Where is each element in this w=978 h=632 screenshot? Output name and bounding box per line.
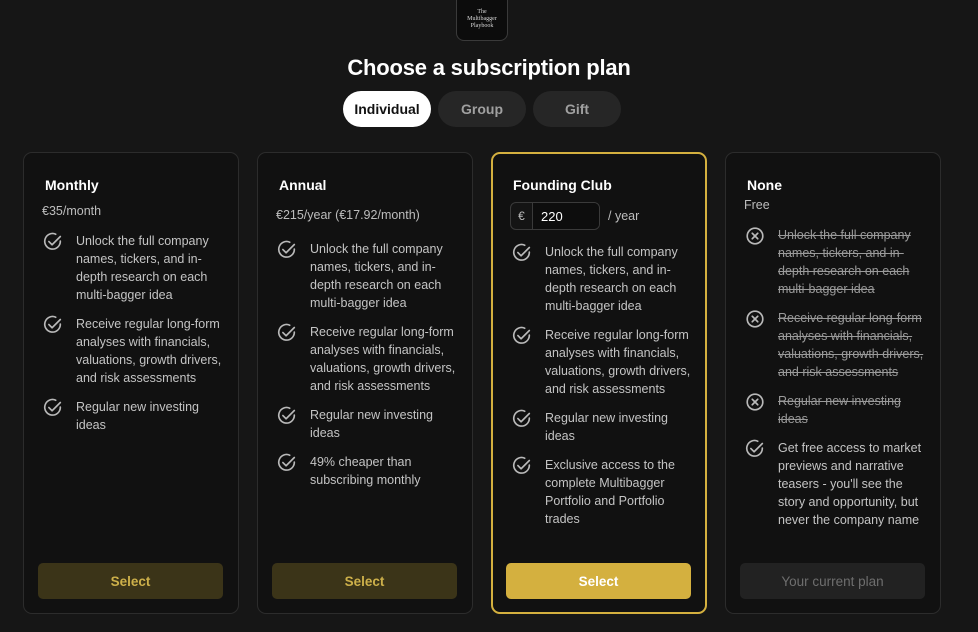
feature-text: Regular new investing ideas xyxy=(545,411,668,443)
check-circle-icon xyxy=(512,326,531,344)
check-circle-icon xyxy=(277,406,296,424)
feature-text: Regular new investing ideas xyxy=(778,394,901,426)
feature-text: Regular new investing ideas xyxy=(76,400,199,432)
feature-text: Regular new investing ideas xyxy=(310,408,433,440)
plan-price: Free xyxy=(744,198,770,212)
plan-price: €215/year (€17.92/month) xyxy=(276,208,420,222)
check-circle-icon xyxy=(277,240,296,258)
feature-text: Exclusive access to the complete Multiba… xyxy=(545,458,675,526)
plan-name: None xyxy=(747,177,782,193)
check-circle-icon xyxy=(43,315,62,333)
feature-item: Receive regular long-form analyses with … xyxy=(744,309,928,381)
check-circle-icon xyxy=(277,453,296,471)
check-circle-icon xyxy=(277,323,296,341)
plan-price: €35/month xyxy=(42,204,102,218)
plan-name: Founding Club xyxy=(513,177,612,193)
plan-card-monthly: Monthly €35/month Unlock the full compan… xyxy=(23,152,239,614)
feature-text: 49% cheaper than subscribing monthly xyxy=(310,455,421,487)
check-circle-icon xyxy=(43,232,62,250)
price-amount-input[interactable] xyxy=(533,203,599,229)
plan-name: Monthly xyxy=(45,177,99,193)
logo-line: Multibagger xyxy=(467,16,497,22)
plan-card-founding-club: Founding Club € / year Unlock the full c… xyxy=(491,152,707,614)
tab-individual[interactable]: Individual xyxy=(343,91,431,127)
feature-item: Unlock the full company names, tickers, … xyxy=(511,243,693,315)
subscription-page: The Multibagger Playbook Choose a subscr… xyxy=(0,0,978,632)
logo-line: Playbook xyxy=(470,23,494,29)
feature-item: Receive regular long-form analyses with … xyxy=(276,323,460,395)
feature-item: Receive regular long-form analyses with … xyxy=(42,315,226,387)
feature-text: Unlock the full company names, tickers, … xyxy=(778,228,911,296)
check-circle-icon xyxy=(43,398,62,416)
feature-list: Unlock the full company names, tickers, … xyxy=(511,243,693,539)
custom-price-field: € / year xyxy=(510,202,639,230)
select-button-founding-club[interactable]: Select xyxy=(506,563,691,599)
plan-type-tabs: Individual Group Gift xyxy=(343,91,621,127)
feature-item: Get free access to market previews and n… xyxy=(744,439,928,529)
tab-group[interactable]: Group xyxy=(438,91,526,127)
feature-text: Unlock the full company names, tickers, … xyxy=(310,242,443,310)
price-input-box: € xyxy=(510,202,600,230)
feature-text: Unlock the full company names, tickers, … xyxy=(545,245,678,313)
logo-line: The xyxy=(477,9,487,15)
feature-list: Unlock the full company names, tickers, … xyxy=(744,226,928,540)
current-plan-button: Your current plan xyxy=(740,563,925,599)
tab-gift[interactable]: Gift xyxy=(533,91,621,127)
price-period: / year xyxy=(608,209,640,223)
feature-text: Get free access to market previews and n… xyxy=(778,441,922,527)
feature-text: Unlock the full company names, tickers, … xyxy=(76,234,209,302)
feature-list: Unlock the full company names, tickers, … xyxy=(42,232,226,445)
playbook-logo: The Multibagger Playbook xyxy=(456,0,508,41)
check-circle-icon xyxy=(512,409,531,427)
select-button-monthly[interactable]: Select xyxy=(38,563,223,599)
feature-text: Receive regular long-form analyses with … xyxy=(76,317,222,385)
currency-symbol: € xyxy=(511,203,533,229)
feature-text: Receive regular long-form analyses with … xyxy=(778,311,924,379)
feature-item: Unlock the full company names, tickers, … xyxy=(276,240,460,312)
page-title: Choose a subscription plan xyxy=(347,55,631,80)
x-circle-icon xyxy=(746,310,764,328)
select-button-annual[interactable]: Select xyxy=(272,563,457,599)
plan-card-none: None Free Unlock the full company names,… xyxy=(725,152,941,614)
feature-text: Receive regular long-form analyses with … xyxy=(310,325,456,393)
plan-card-annual: Annual €215/year (€17.92/month) Unlock t… xyxy=(257,152,473,614)
feature-item: 49% cheaper than subscribing monthly xyxy=(276,453,460,489)
feature-item: Regular new investing ideas xyxy=(42,398,226,434)
check-circle-icon xyxy=(745,439,764,457)
feature-list: Unlock the full company names, tickers, … xyxy=(276,240,460,500)
check-circle-icon xyxy=(512,456,531,474)
x-circle-icon xyxy=(746,393,764,411)
feature-item: Regular new investing ideas xyxy=(744,392,928,428)
feature-item: Regular new investing ideas xyxy=(511,409,693,445)
feature-item: Exclusive access to the complete Multiba… xyxy=(511,456,693,528)
plan-name: Annual xyxy=(279,177,327,193)
feature-text: Receive regular long-form analyses with … xyxy=(545,328,691,396)
feature-item: Receive regular long-form analyses with … xyxy=(511,326,693,398)
feature-item: Unlock the full company names, tickers, … xyxy=(744,226,928,298)
feature-item: Regular new investing ideas xyxy=(276,406,460,442)
feature-item: Unlock the full company names, tickers, … xyxy=(42,232,226,304)
x-circle-icon xyxy=(746,227,764,245)
check-circle-icon xyxy=(512,243,531,261)
